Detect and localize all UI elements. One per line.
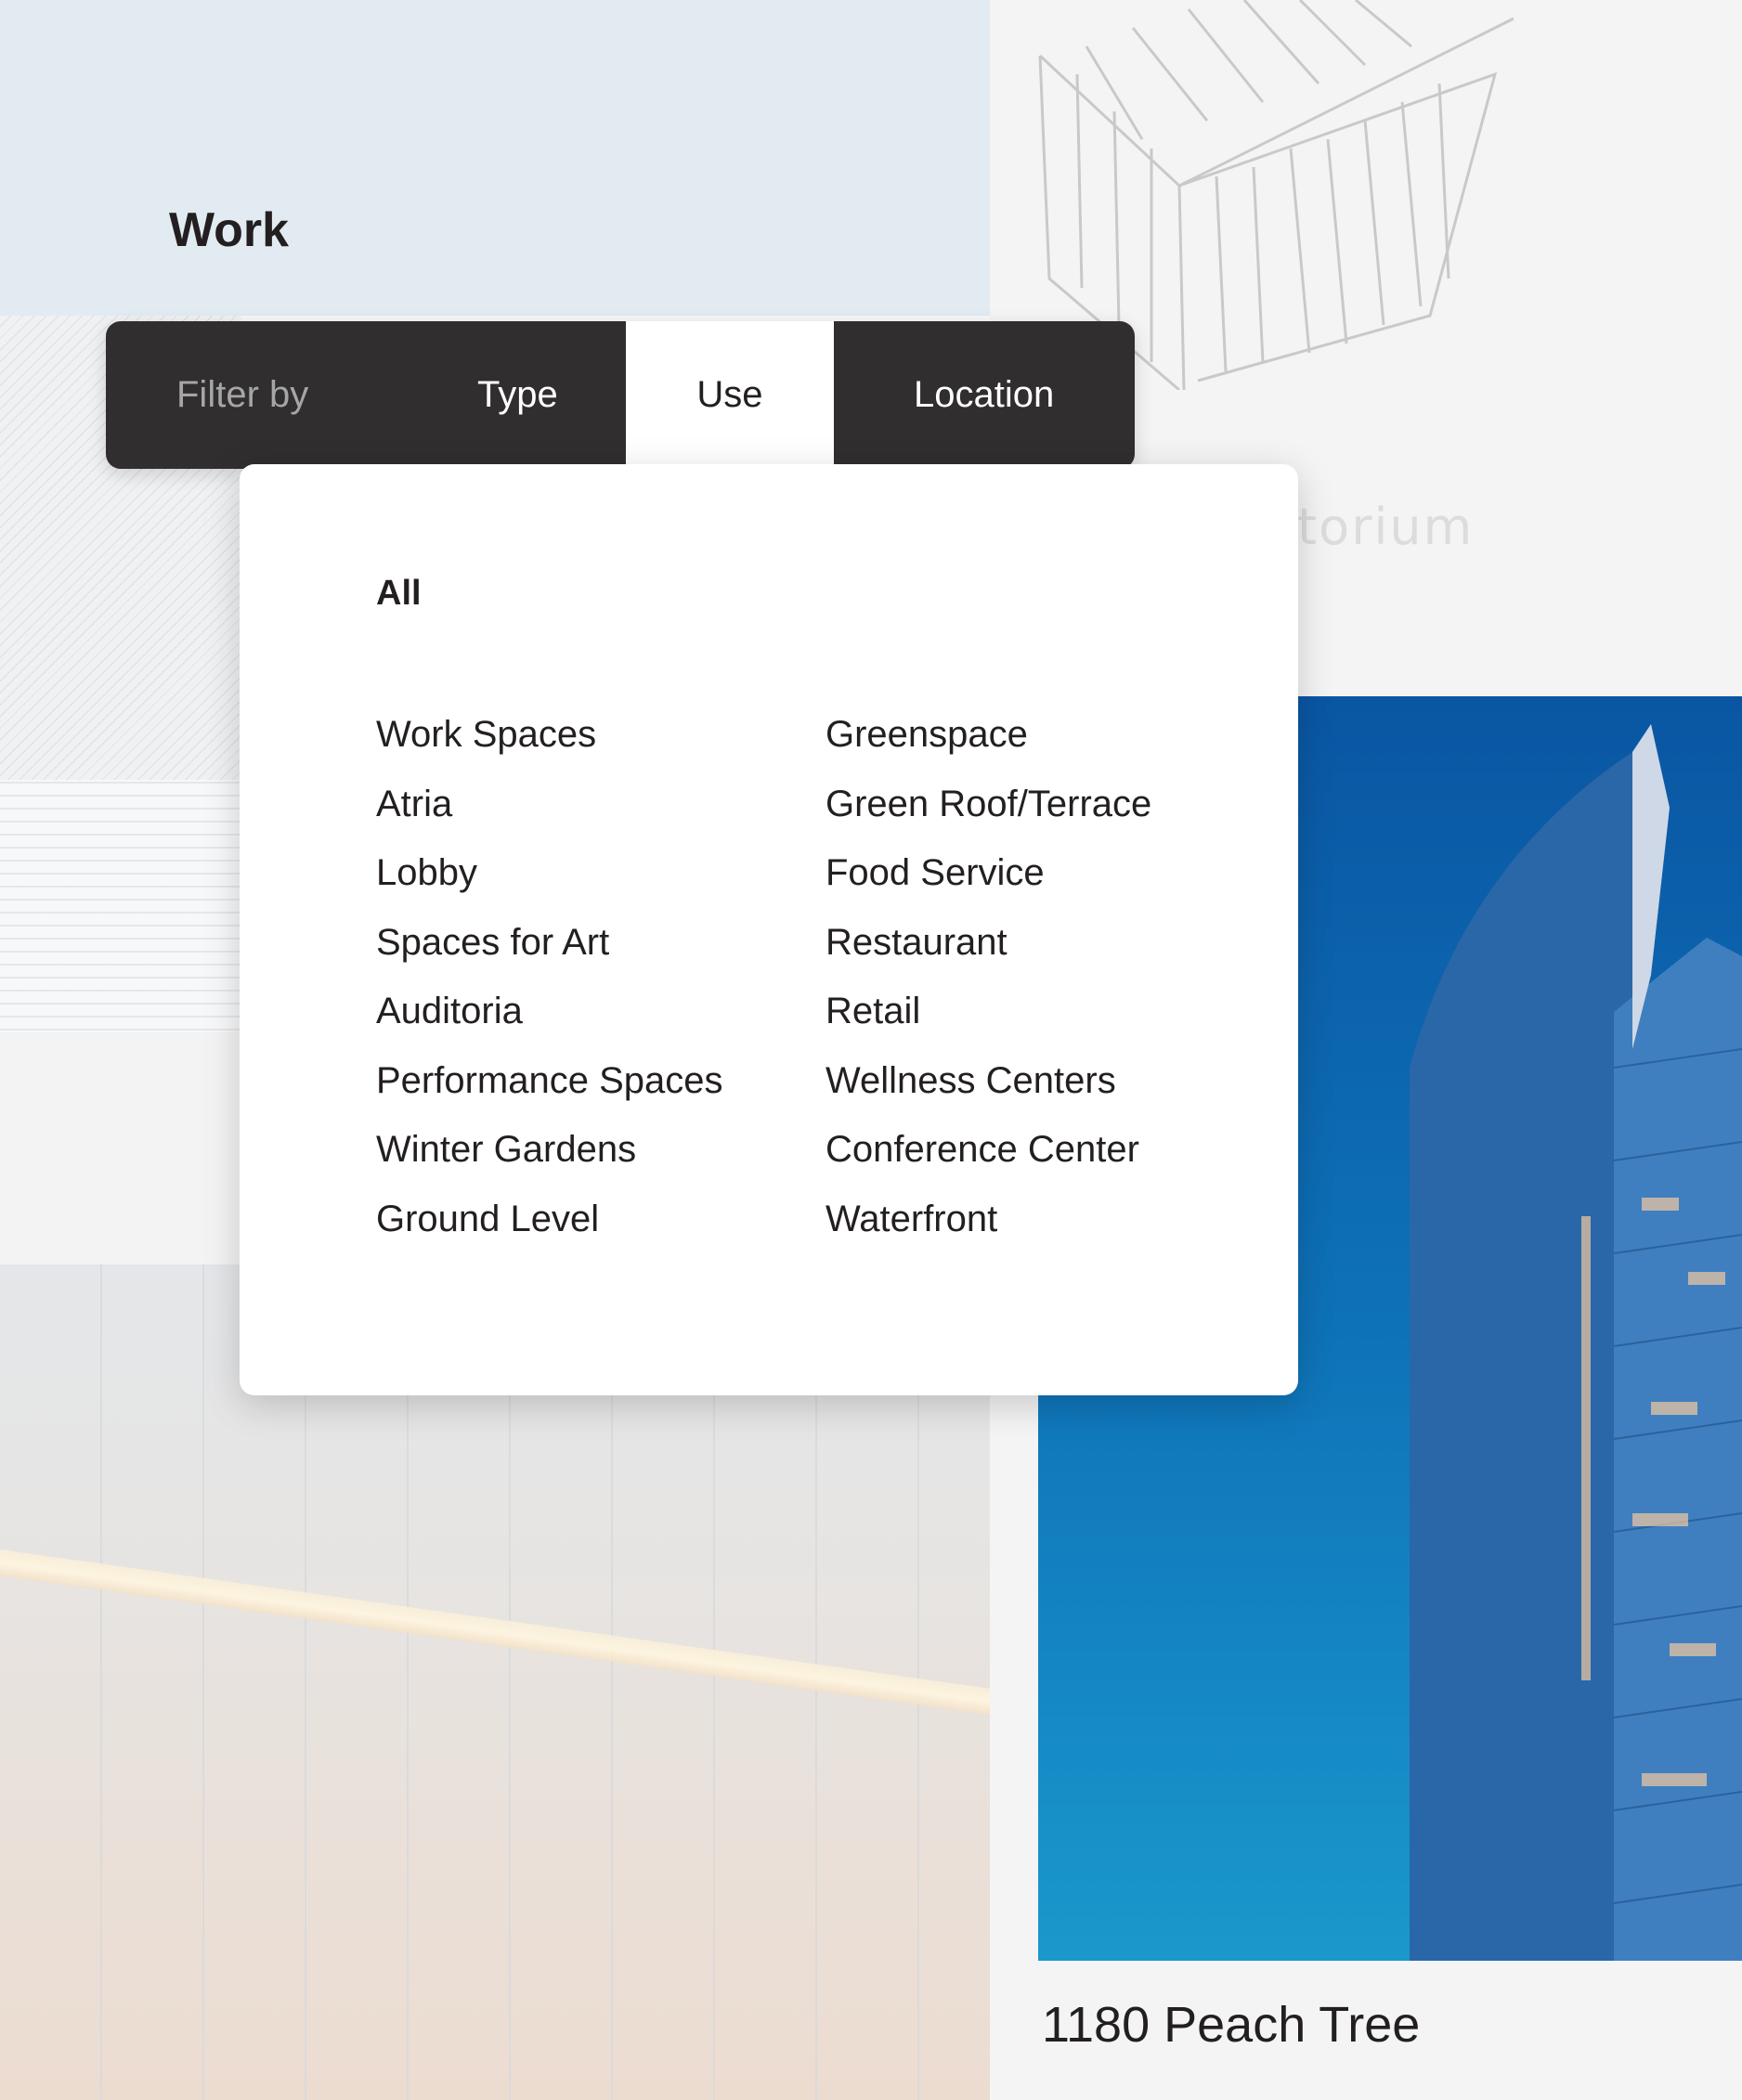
- filter-tab-type[interactable]: Type: [477, 321, 558, 469]
- filter-option[interactable]: Auditoria: [376, 985, 723, 1055]
- page-title: Work: [169, 203, 290, 257]
- filter-option[interactable]: Green Roof/Terrace: [826, 778, 1151, 848]
- filter-option[interactable]: Restaurant: [826, 916, 1151, 986]
- filter-option[interactable]: Retail: [826, 985, 1151, 1055]
- filter-by-label: Filter by: [176, 374, 309, 415]
- filter-option[interactable]: Conference Center: [826, 1123, 1151, 1193]
- tower-curved-face: [1410, 752, 1632, 1961]
- filter-option[interactable]: Waterfront: [826, 1193, 1151, 1263]
- filter-bar: Filter by Type Use Location: [106, 321, 1135, 469]
- filter-option[interactable]: Greenspace: [826, 708, 1151, 778]
- filter-option[interactable]: Work Spaces: [376, 708, 723, 778]
- project-card-title-faded[interactable]: itorium: [1281, 498, 1474, 556]
- featured-project-caption[interactable]: 1180 Peach Tree: [1042, 1996, 1420, 2054]
- sketch-line: [1177, 185, 1186, 390]
- filter-options-column-1: Work Spaces Atria Lobby Spaces for Art A…: [376, 708, 723, 1262]
- filter-option[interactable]: Winter Gardens: [376, 1123, 723, 1193]
- filter-option-all[interactable]: All: [376, 574, 422, 614]
- sketch-line: [1085, 0, 1412, 140]
- filter-option[interactable]: Food Service: [826, 847, 1151, 916]
- project-image-sky: [0, 0, 990, 334]
- sketch-line: [1215, 83, 1450, 372]
- filter-option[interactable]: Ground Level: [376, 1193, 723, 1263]
- filter-option[interactable]: Lobby: [376, 847, 723, 916]
- use-filter-dropdown: All Work Spaces Atria Lobby Spaces for A…: [240, 464, 1298, 1395]
- filter-option[interactable]: Wellness Centers: [826, 1055, 1151, 1124]
- filter-option[interactable]: Performance Spaces: [376, 1055, 723, 1124]
- filter-option[interactable]: Spaces for Art: [376, 916, 723, 986]
- sketch-line: [1075, 73, 1153, 362]
- filter-options-column-2: Greenspace Green Roof/Terrace Food Servi…: [826, 708, 1151, 1262]
- filter-tab-location[interactable]: Location: [914, 321, 1054, 469]
- filter-option[interactable]: Atria: [376, 778, 723, 848]
